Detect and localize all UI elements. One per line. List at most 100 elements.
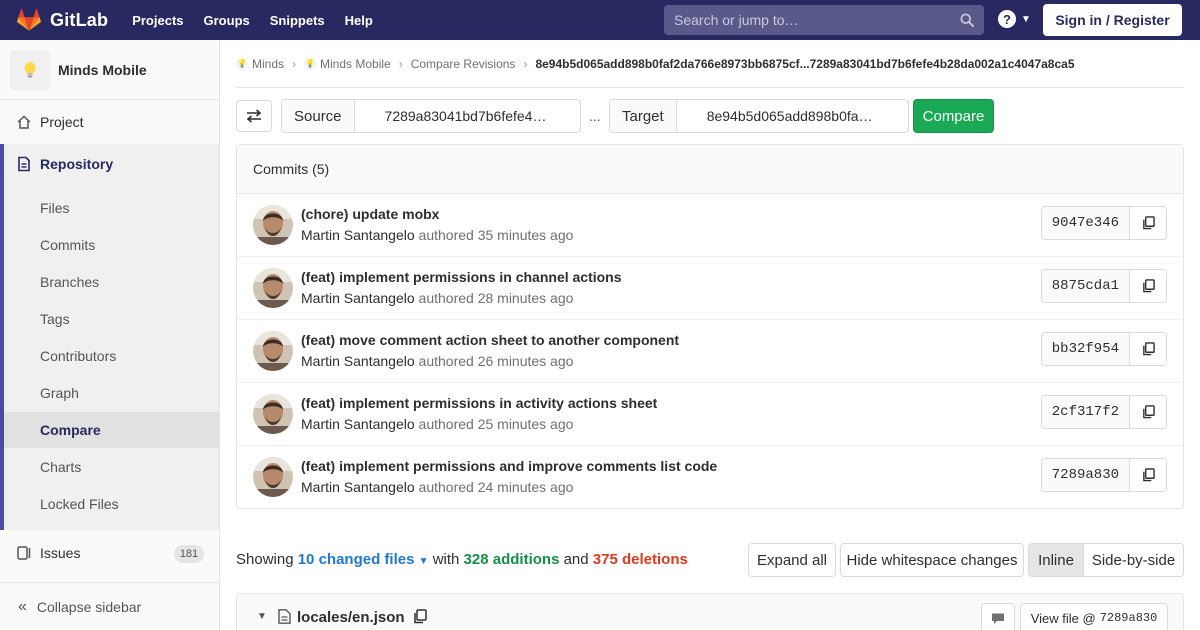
commit-author[interactable]: Martin Santangelo: [301, 353, 415, 369]
view-file-button[interactable]: View file @ 7289a830: [1020, 603, 1168, 630]
commit-author[interactable]: Martin Santangelo: [301, 227, 415, 243]
author-avatar[interactable]: [253, 457, 293, 497]
search-icon: [960, 13, 974, 27]
view-file-label: View file @: [1030, 610, 1096, 626]
swap-revisions-button[interactable]: [236, 100, 272, 132]
nav-snippets[interactable]: Snippets: [270, 13, 325, 28]
showing-text: Showing: [236, 551, 294, 568]
commit-row: (feat) implement permissions in activity…: [237, 383, 1183, 446]
sidebar-item-charts[interactable]: Charts: [40, 459, 81, 475]
commit-title[interactable]: (feat) implement permissions and improve…: [301, 458, 717, 474]
commit-title[interactable]: (feat) implement permissions in channel …: [301, 269, 622, 285]
commit-title[interactable]: (chore) update mobx: [301, 206, 439, 222]
nav-groups[interactable]: Groups: [204, 13, 250, 28]
diff-view-toggle: Inline Side-by-side: [1028, 543, 1184, 577]
commit-row: (feat) implement permissions in channel …: [237, 257, 1183, 320]
comments-toggle-button[interactable]: [981, 603, 1015, 630]
sidebar-item-compare[interactable]: Compare: [40, 422, 101, 438]
commit-title[interactable]: (feat) implement permissions in activity…: [301, 395, 657, 411]
sidebar-item-commits[interactable]: Commits: [40, 237, 95, 253]
sidebar-item-label: Project: [40, 114, 84, 130]
compare-separator: ...: [589, 108, 601, 124]
commit-title[interactable]: (feat) move comment action sheet to anot…: [301, 332, 679, 348]
sidebar-item-contributors[interactable]: Contributors: [40, 348, 116, 364]
sidebar-project-header[interactable]: Minds Mobile: [0, 40, 219, 100]
author-avatar[interactable]: [253, 394, 293, 434]
and-text: and: [563, 551, 589, 568]
expand-all-button[interactable]: Expand all: [748, 543, 836, 577]
commit-author[interactable]: Martin Santangelo: [301, 479, 415, 495]
breadcrumb-item[interactable]: Minds Mobile: [320, 57, 391, 71]
author-avatar[interactable]: [253, 268, 293, 308]
hide-whitespace-button[interactable]: Hide whitespace changes: [840, 543, 1024, 577]
additions-count: 328 additions: [463, 551, 560, 568]
sidebar-item-branches[interactable]: Branches: [40, 274, 99, 290]
search-input[interactable]: [674, 12, 944, 28]
commit-meta: Martin Santangelo authored 35 minutes ag…: [301, 227, 573, 243]
target-ref-selector[interactable]: Target 8e94b5d065add898b0fa…: [609, 99, 909, 133]
commit-meta: Martin Santangelo authored 28 minutes ag…: [301, 290, 573, 306]
chevron-right-icon: ›: [292, 56, 297, 71]
copy-icon[interactable]: [413, 609, 427, 624]
help-dropdown[interactable]: ? ▼: [998, 10, 1031, 28]
copy-sha-button[interactable]: [1130, 270, 1166, 302]
caret-down-icon: ▼: [418, 556, 429, 567]
sidebar-item-locked-files[interactable]: Locked Files: [40, 496, 119, 512]
commit-sha-group: 9047e346: [1040, 206, 1167, 240]
avatar-image: [253, 331, 293, 371]
sidebar-item-files[interactable]: Files: [40, 200, 70, 216]
source-ref-selector[interactable]: Source 7289a83041bd7b6fefe4…: [281, 99, 581, 133]
author-avatar[interactable]: [253, 331, 293, 371]
inline-view-button[interactable]: Inline: [1029, 544, 1084, 576]
copy-sha-button[interactable]: [1130, 333, 1166, 365]
commit-author[interactable]: Martin Santangelo: [301, 416, 415, 432]
sidebar-item-project[interactable]: Project: [0, 112, 219, 132]
commit-author[interactable]: Martin Santangelo: [301, 290, 415, 306]
copy-sha-button[interactable]: [1130, 207, 1166, 239]
target-ref-value[interactable]: 8e94b5d065add898b0fa…: [676, 100, 873, 132]
chevron-right-icon: ›: [523, 56, 528, 71]
caret-down-icon[interactable]: ▼: [257, 611, 267, 622]
sidebar-item-graph[interactable]: Graph: [40, 385, 79, 401]
commit-sha[interactable]: 8875cda1: [1041, 270, 1130, 302]
commit-meta: Martin Santangelo authored 25 minutes ag…: [301, 416, 573, 432]
breadcrumb-current[interactable]: 8e94b5d065add898b0faf2da766e8973bb6875cf…: [535, 57, 1074, 71]
avatar-image: [253, 394, 293, 434]
side-by-side-view-button[interactable]: Side-by-side: [1084, 544, 1183, 576]
sidebar-item-repository[interactable]: Repository: [4, 156, 113, 172]
commit-row: (feat) implement permissions and improve…: [237, 446, 1183, 509]
collapse-sidebar-label: Collapse sidebar: [36, 598, 142, 615]
commit-sha[interactable]: 9047e346: [1041, 207, 1130, 239]
collapse-sidebar-button[interactable]: « Collapse sidebar: [0, 582, 219, 630]
breadcrumb-item[interactable]: Compare Revisions: [411, 57, 516, 71]
copy-sha-button[interactable]: [1130, 459, 1166, 491]
project-name: Minds Mobile: [58, 61, 147, 78]
commit-sha[interactable]: 2cf317f2: [1041, 396, 1130, 428]
breadcrumb-item[interactable]: Minds: [252, 57, 284, 71]
commit-meta: Martin Santangelo authored 24 minutes ag…: [301, 479, 573, 495]
comment-icon: [992, 613, 1004, 624]
commit-sha[interactable]: bb32f954: [1041, 333, 1130, 365]
nav-projects[interactable]: Projects: [132, 13, 183, 28]
changed-files-dropdown[interactable]: 10 changed files ▼: [298, 551, 429, 568]
nav-links: Projects Groups Snippets Help: [132, 13, 393, 28]
commit-sha[interactable]: 7289a830: [1041, 459, 1130, 491]
document-icon: [18, 156, 30, 172]
copy-sha-button[interactable]: [1130, 396, 1166, 428]
file-icon: [278, 609, 291, 624]
commits-header: Commits (5): [237, 145, 1183, 194]
swap-icon: [246, 109, 262, 123]
file-name[interactable]: locales/en.json: [297, 609, 405, 626]
sign-in-button[interactable]: Sign in / Register: [1043, 4, 1182, 36]
copy-icon: [1142, 216, 1155, 230]
author-avatar[interactable]: [253, 205, 293, 245]
commit-sha-group: 8875cda1: [1040, 269, 1167, 303]
sidebar-item-tags[interactable]: Tags: [40, 311, 70, 327]
project-avatar: [10, 49, 50, 90]
nav-help[interactable]: Help: [345, 13, 373, 28]
compare-button[interactable]: Compare: [913, 99, 994, 133]
gitlab-logo[interactable]: GitLab: [16, 8, 108, 32]
deletions-count: 375 deletions: [592, 551, 688, 568]
view-file-sha: 7289a830: [1099, 611, 1158, 625]
source-ref-value[interactable]: 7289a83041bd7b6fefe4…: [354, 100, 547, 132]
